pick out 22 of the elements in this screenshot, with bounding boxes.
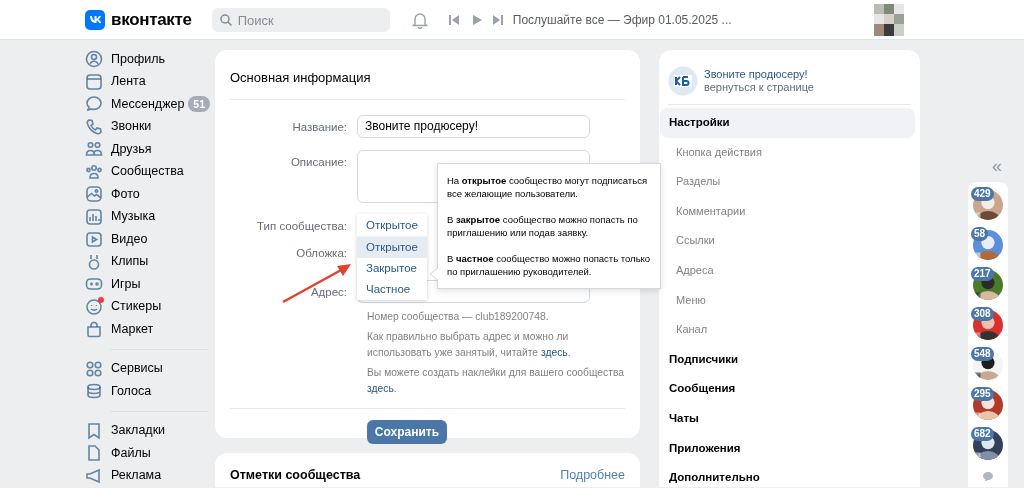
tooltip-text: На открытое сообщество могут подписаться все желающие пользователи. bbox=[447, 174, 649, 200]
field-label: Адрес: bbox=[310, 284, 347, 300]
logo-text: вконтакте bbox=[111, 8, 192, 31]
count-badge: 682 bbox=[971, 427, 994, 441]
field-label: Тип сообщества: bbox=[257, 218, 347, 234]
card-title: Отметки сообщества bbox=[230, 467, 361, 484]
field-label: Описание: bbox=[290, 154, 347, 170]
count-badge: 295 bbox=[971, 387, 994, 401]
count-badge: 58 bbox=[971, 227, 989, 241]
tooltip-text: В закрытое сообщество можно попасть по приглашению или подав заявку. bbox=[447, 213, 639, 239]
field-label: Обложка: bbox=[296, 245, 347, 261]
hint-text: Номер сообщества — club189200748. bbox=[367, 309, 550, 324]
count-badge: 429 bbox=[971, 187, 994, 201]
count-badge: 217 bbox=[971, 267, 994, 281]
count-badge: 51 bbox=[188, 96, 210, 113]
field-label: Название: bbox=[292, 119, 347, 135]
hint-text: Как правильно выбрать адрес и можно ли использовать уже занятый, читайте здесь. bbox=[367, 329, 572, 360]
tooltip-text: В частное сообщество можно попасть только по приглашению руководителей. bbox=[447, 252, 651, 278]
card-title: Основная информация bbox=[229, 69, 372, 87]
count-badge: 548 bbox=[971, 347, 994, 361]
count-badge: 308 bbox=[971, 307, 994, 321]
hint-text: Вы можете создать наклейки для вашего сообщества здесь. bbox=[367, 365, 626, 396]
